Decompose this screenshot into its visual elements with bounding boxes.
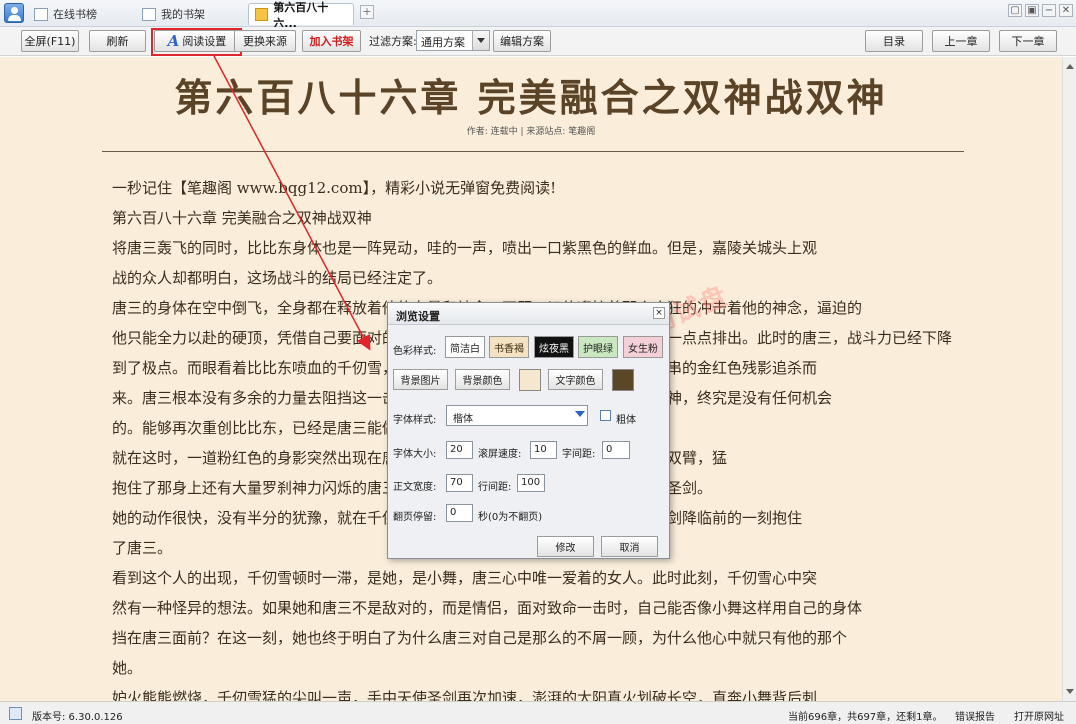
toc-button[interactable]: 目录 xyxy=(865,30,923,52)
prev-chapter-button[interactable]: 上一章 xyxy=(932,30,990,52)
browse-settings-dialog: 浏览设置 × 色彩样式: 简洁白 书香褐 炫夜黑 护眼绿 女生粉 背景图片 背景颜色 文… xyxy=(387,302,670,559)
tab-current-chapter[interactable]: 第六百八十六... xyxy=(248,1,354,30)
tab-label: 第六百八十六... xyxy=(273,0,329,30)
char-spacing-label: 字间距: xyxy=(562,449,596,460)
annotation-highlight-box xyxy=(151,28,242,56)
chapter-line: 第六百八十六章 完美融合之双神战双神 xyxy=(112,209,372,227)
change-source-button[interactable]: 更换来源 xyxy=(234,30,296,52)
font-style-label: 字体样式: xyxy=(393,415,437,426)
text-width-label: 正文宽度: xyxy=(393,482,437,493)
color-scheme-button[interactable]: 女生粉 xyxy=(623,336,663,358)
modify-button[interactable]: 修改 xyxy=(537,536,594,557)
cancel-button[interactable]: 取消 xyxy=(601,536,658,557)
tab-online-rankings[interactable]: 在线书榜 xyxy=(28,3,103,25)
bold-checkbox[interactable] xyxy=(600,410,611,421)
grid-icon xyxy=(34,7,48,21)
dialog-title: 浏览设置 xyxy=(388,303,669,325)
book-icon xyxy=(255,8,269,21)
chapter-line: 了唐三。 xyxy=(112,539,173,557)
font-size-label: 字体大小: xyxy=(393,449,437,460)
chevron-down-icon[interactable] xyxy=(472,31,489,50)
color-scheme-button[interactable]: 简洁白 xyxy=(445,336,485,358)
filter-scheme-label: 过滤方案: xyxy=(369,35,417,48)
font-style-select[interactable]: 楷体 xyxy=(446,405,588,426)
chapter-line: 然有一种怪异的想法。如果她和唐三不是敌对的，而是情侣，面对致命一击时，自己能否像… xyxy=(112,599,863,617)
bg-color-swatch[interactable] xyxy=(519,369,541,391)
skin-icon[interactable]: ▣ xyxy=(1025,4,1039,17)
minimize-icon[interactable]: − xyxy=(1042,4,1056,17)
close-icon[interactable]: × xyxy=(653,307,665,319)
chapter-line: 一秒记住【笔趣阁 www.bqg12.com】，精彩小说无弹窗免费阅读! xyxy=(112,179,557,197)
app-small-icon xyxy=(9,707,22,720)
chapter-line: 战的众人却都明白，这场战斗的结局已经注定了。 xyxy=(112,269,443,287)
vertical-scrollbar[interactable] xyxy=(1062,57,1076,701)
filter-scheme-select[interactable]: 通用方案 xyxy=(416,30,490,51)
scroll-speed-input[interactable]: 10 xyxy=(530,441,557,459)
chapter-position: 当前696章，共697章，还剩1章。 xyxy=(788,712,943,723)
fullscreen-button[interactable]: 全屏(F11) xyxy=(21,30,79,52)
scroll-down-icon[interactable] xyxy=(1064,685,1076,699)
chevron-down-icon xyxy=(575,411,585,417)
status-bar: 版本号: 6.30.0.126 当前696章，共697章，还剩1章。 错误报告 … xyxy=(0,701,1076,724)
restore-icon[interactable]: ▢ xyxy=(1008,4,1022,17)
filter-scheme-value: 通用方案 xyxy=(421,36,465,49)
text-width-input[interactable]: 70 xyxy=(446,474,473,492)
color-scheme-button[interactable]: 护眼绿 xyxy=(578,336,618,358)
chapter-title: 第六百八十六章 完美融合之双神战双神 xyxy=(174,75,888,120)
chapter-line: 妒火熊熊燃烧，千仞雪猛的尖叫一声，手中天使圣剑再次加速，澎湃的太阳真火划破长空，… xyxy=(112,689,818,701)
page-pause-input[interactable]: 0 xyxy=(446,504,473,522)
scroll-up-icon[interactable] xyxy=(1064,59,1076,73)
add-to-shelf-button[interactable]: 加入书架 xyxy=(302,30,361,52)
refresh-button[interactable]: 刷新 xyxy=(89,30,146,52)
font-size-input[interactable]: 20 xyxy=(446,441,473,459)
new-tab-button[interactable]: + xyxy=(360,5,374,19)
bold-label: 粗体 xyxy=(616,415,636,426)
tab-label: 在线书榜 xyxy=(53,8,97,21)
bg-color-button[interactable]: 背景颜色 xyxy=(455,369,510,390)
char-spacing-input[interactable]: 0 xyxy=(602,441,630,459)
chapter-line: 她。 xyxy=(112,659,143,677)
version-label: 版本号: 6.30.0.126 xyxy=(32,712,123,723)
color-scheme-label: 色彩样式: xyxy=(393,346,437,357)
edit-scheme-button[interactable]: 编辑方案 xyxy=(493,30,551,52)
text-color-swatch[interactable] xyxy=(612,369,634,391)
font-style-value: 楷体 xyxy=(453,414,473,425)
text-color-button[interactable]: 文字颜色 xyxy=(548,369,603,390)
chapter-line: 将唐三轰飞的同时，比比东身体也是一阵晃动，哇的一声，喷出一口紫黑色的鲜血。但是，… xyxy=(112,239,818,257)
next-chapter-button[interactable]: 下一章 xyxy=(999,30,1057,52)
page-pause-label: 翻页停留: xyxy=(393,512,437,523)
divider xyxy=(102,151,964,152)
error-report-link[interactable]: 错误报告 xyxy=(955,708,995,723)
color-scheme-button[interactable]: 炫夜黑 xyxy=(534,336,574,358)
chapter-line: 看到这个人的出现，千仞雪顿时一滞，是她，是小舞，唐三心中唯一爱着的女人。此时此刻… xyxy=(112,569,818,587)
scroll-speed-label: 滚屏速度: xyxy=(478,449,522,460)
user-avatar-icon[interactable] xyxy=(4,3,24,23)
chapter-meta: 作者: 连载中 | 来源站点: 笔趣阁 xyxy=(466,127,596,137)
line-spacing-input[interactable]: 100 xyxy=(517,474,545,492)
line-spacing-label: 行间距: xyxy=(478,482,512,493)
tab-my-bookshelf[interactable]: 我的书架 xyxy=(136,3,211,25)
open-original-url-link[interactable]: 打开原网址 xyxy=(1014,708,1064,723)
page-pause-hint: 秒(0为不翻页) xyxy=(478,512,543,523)
tab-label: 我的书架 xyxy=(161,8,205,21)
close-icon[interactable]: ✕ xyxy=(1059,4,1073,17)
chapter-line: 挡在唐三面前？在这一刻，她也终于明白了为什么唐三对自己是那么的不屑一顾，为什么他… xyxy=(112,629,848,647)
color-scheme-button[interactable]: 书香褐 xyxy=(489,336,529,358)
bookshelf-icon xyxy=(142,7,156,21)
bg-image-button[interactable]: 背景图片 xyxy=(393,369,448,390)
tab-bar: 在线书榜 我的书架 第六百八十六... + ▢ ▣ − ✕ xyxy=(0,0,1076,30)
